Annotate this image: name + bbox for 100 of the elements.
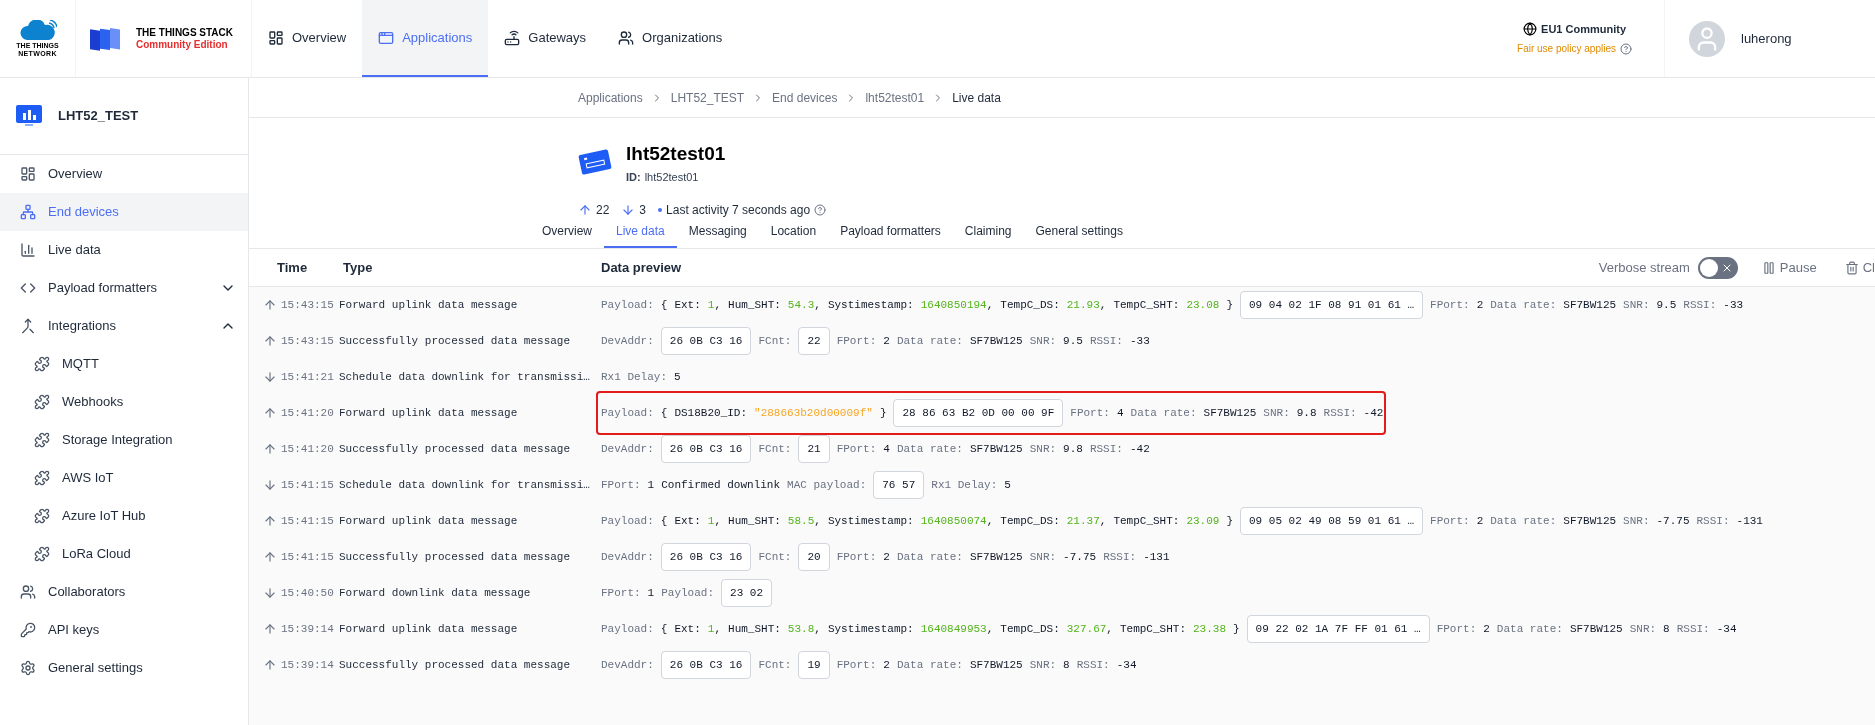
hex-value[interactable]: 09 22 02 1A 7F FF 01 61 … <box>1246 614 1430 644</box>
hex-value[interactable]: 20 <box>798 542 830 572</box>
json-comma: , <box>814 621 821 637</box>
user-name[interactable]: luherong <box>1741 28 1792 49</box>
json-value: 1 <box>707 297 715 313</box>
tab[interactable]: Messaging <box>676 216 759 248</box>
nav-tab[interactable]: Gateways <box>488 0 603 77</box>
json-value: 23.08 <box>1186 297 1220 313</box>
tab[interactable]: Payload formatters <box>828 216 953 248</box>
arrow-down-icon <box>263 586 277 600</box>
field-label: FCnt: <box>758 549 792 565</box>
nav-tab[interactable]: Overview <box>252 0 363 77</box>
field-label: Data rate: <box>896 657 963 673</box>
field-value: -131 <box>1143 549 1170 565</box>
field-value: SF7BW125 <box>969 549 1023 565</box>
hex-value[interactable]: 19 <box>798 650 830 680</box>
tab[interactable]: Claiming <box>952 216 1024 248</box>
router-icon <box>504 29 521 46</box>
type-cell-text: Successfully processed data message <box>339 441 572 457</box>
field-value: 8 <box>1663 621 1670 637</box>
type-cell-text: Schedule data downlink for transmissi… <box>339 477 591 493</box>
sidebar-item[interactable]: End devices <box>0 193 248 231</box>
field-value: 5 <box>674 369 681 385</box>
hex-value[interactable]: 09 04 02 1F 08 91 01 61 … <box>1240 290 1424 320</box>
hex-value[interactable]: 76 57 <box>873 470 925 500</box>
hex-value[interactable]: 26 0B C3 16 <box>660 434 752 464</box>
column-header: Type <box>342 258 374 277</box>
sidebar-item[interactable]: LoRa Cloud <box>0 535 248 573</box>
merge-icon <box>20 318 36 334</box>
field-value: -131 <box>1736 513 1763 529</box>
field-value: SF7BW125 <box>1203 405 1257 421</box>
hex-value[interactable]: 28 86 63 B2 0D 00 00 9F <box>893 398 1064 428</box>
json-comma: , <box>986 297 994 313</box>
nav-tab[interactable]: Applications <box>362 0 489 77</box>
pause-icon <box>1761 260 1776 275</box>
field-label: RSSI: <box>1683 297 1717 313</box>
breadcrumb[interactable]: Applications <box>578 88 643 107</box>
field-value: 9.8 <box>1296 405 1317 421</box>
sidebar-item[interactable]: Overview <box>0 155 248 193</box>
time-cell-text: 15:43:15 <box>281 297 334 313</box>
field-value: Confirmed downlink <box>661 477 781 493</box>
json-value: 1640850194 <box>920 297 987 313</box>
id-label: ID: <box>626 169 641 185</box>
field-label: FPort: <box>836 441 877 457</box>
puzzle-icon <box>34 356 50 372</box>
field-label: FPort: <box>1436 621 1477 637</box>
hex-value[interactable]: 09 05 02 49 08 59 01 61 … <box>1240 506 1424 536</box>
time-cell-text: 15:41:15 <box>281 477 334 493</box>
sidebar-item[interactable]: Storage Integration <box>0 421 248 459</box>
json-value: 23.09 <box>1186 513 1220 529</box>
json-value: 1640850074 <box>920 513 987 529</box>
arrow-up-icon <box>263 622 277 636</box>
time-cell-text: 15:41:15 <box>281 549 334 565</box>
json-brace: } <box>1226 513 1233 529</box>
breadcrumb[interactable]: lht52test01 <box>865 88 925 107</box>
arrow-up-icon <box>263 514 277 528</box>
breadcrumb[interactable]: Live data <box>952 88 1001 107</box>
type-cell-text: Successfully processed data message <box>339 333 572 349</box>
breadcrumb[interactable]: LHT52_TEST <box>670 88 745 107</box>
field-label: DevAddr: <box>601 657 654 673</box>
tab[interactable]: Location <box>758 216 829 248</box>
settings-icon <box>20 660 36 676</box>
hex-value[interactable]: 26 0B C3 16 <box>660 326 752 356</box>
branch-icon <box>20 204 36 220</box>
tab[interactable]: General settings <box>1023 216 1135 248</box>
hex-value[interactable]: 26 0B C3 16 <box>660 542 752 572</box>
field-label: DevAddr: <box>601 333 654 349</box>
json-value: "288663b20d00009f" <box>754 405 873 421</box>
sidebar-item[interactable]: General settings <box>0 649 248 687</box>
uplink-count: 22 <box>596 202 610 219</box>
sidebar-item[interactable]: Collaborators <box>0 573 248 611</box>
pause-button[interactable]: Pause <box>1761 257 1817 278</box>
sidebar-item[interactable]: MQTT <box>0 345 248 383</box>
clear-button[interactable]: Cl <box>1844 257 1875 278</box>
sidebar-item[interactable]: Payload formatters <box>0 269 248 307</box>
sidebar-item[interactable]: Azure IoT Hub <box>0 497 248 535</box>
field-label: FPort: <box>1070 405 1110 421</box>
json-brace: { <box>660 513 668 529</box>
tab[interactable]: Overview <box>530 216 604 248</box>
people-icon <box>20 584 36 600</box>
sidebar-item[interactable]: AWS IoT <box>0 459 248 497</box>
json-comma: , <box>1099 513 1107 529</box>
toggle-switch[interactable] <box>1697 256 1738 279</box>
field-label: Rx1 Delay: <box>601 369 667 385</box>
hex-value[interactable]: 21 <box>798 434 830 464</box>
field-value: 9.8 <box>1063 441 1083 457</box>
hex-value[interactable]: 23 02 <box>721 578 773 608</box>
nav-tab[interactable]: Organizations <box>602 0 739 77</box>
json-key: TempC_DS: <box>1000 512 1060 530</box>
json-comma: , <box>714 621 722 637</box>
field-label: FCnt: <box>758 657 792 673</box>
sidebar-item[interactable]: Live data <box>0 231 248 269</box>
hex-value[interactable]: 22 <box>798 326 830 356</box>
json-value: 1 <box>707 513 715 529</box>
sidebar-item[interactable]: API keys <box>0 611 248 649</box>
hex-value[interactable]: 26 0B C3 16 <box>660 650 752 680</box>
sidebar-item[interactable]: Integrations <box>0 307 248 345</box>
sidebar-item[interactable]: Webhooks <box>0 383 248 421</box>
breadcrumb[interactable]: End devices <box>772 88 838 107</box>
field-value: -42 <box>1363 405 1384 421</box>
